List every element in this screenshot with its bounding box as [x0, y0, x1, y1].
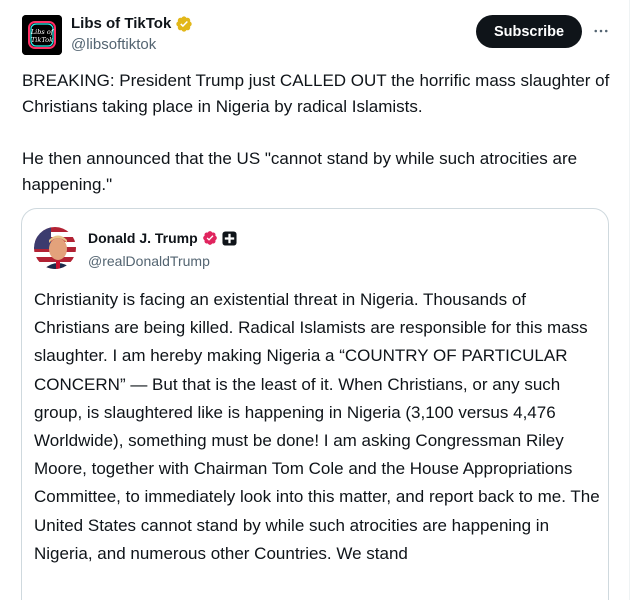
author-name-row[interactable]: Libs of TikTok [71, 14, 193, 34]
verified-badge-icon [175, 15, 193, 33]
author-display-name[interactable]: Libs of TikTok [71, 14, 171, 34]
quoted-author-name-row[interactable]: Donald J. Trump [88, 229, 237, 247]
flag-portrait-avatar-icon [34, 227, 76, 269]
subscribe-button[interactable]: Subscribe [476, 15, 582, 48]
post-body-text: BREAKING: President Trump just CALLED OU… [22, 71, 610, 194]
post-container: Libs of TikTok Libs of TikTok @libsoftik… [0, 0, 630, 600]
svg-text:TikTok: TikTok [31, 36, 53, 44]
libs-of-tiktok-logo-icon: Libs of TikTok [22, 15, 62, 55]
verified-badge-icon [202, 230, 218, 246]
quoted-author-avatar[interactable] [34, 227, 76, 269]
quoted-post-body-text: Christianity is facing an existential th… [34, 290, 600, 563]
svg-text:Libs of: Libs of [30, 28, 55, 36]
more-options-button[interactable] [590, 18, 612, 44]
author-handle[interactable]: @libsoftiktok [71, 36, 156, 54]
quoted-author-handle[interactable]: @realDonaldTrump [88, 252, 210, 270]
more-horizontal-icon [594, 29, 608, 33]
quoted-post-card[interactable]: Donald J. Trump @realDonaldTrump Christi… [21, 208, 609, 600]
author-avatar[interactable]: Libs of TikTok [22, 15, 62, 55]
quoted-author-display-name[interactable]: Donald J. Trump [88, 229, 198, 247]
government-affiliate-icon [222, 230, 237, 246]
